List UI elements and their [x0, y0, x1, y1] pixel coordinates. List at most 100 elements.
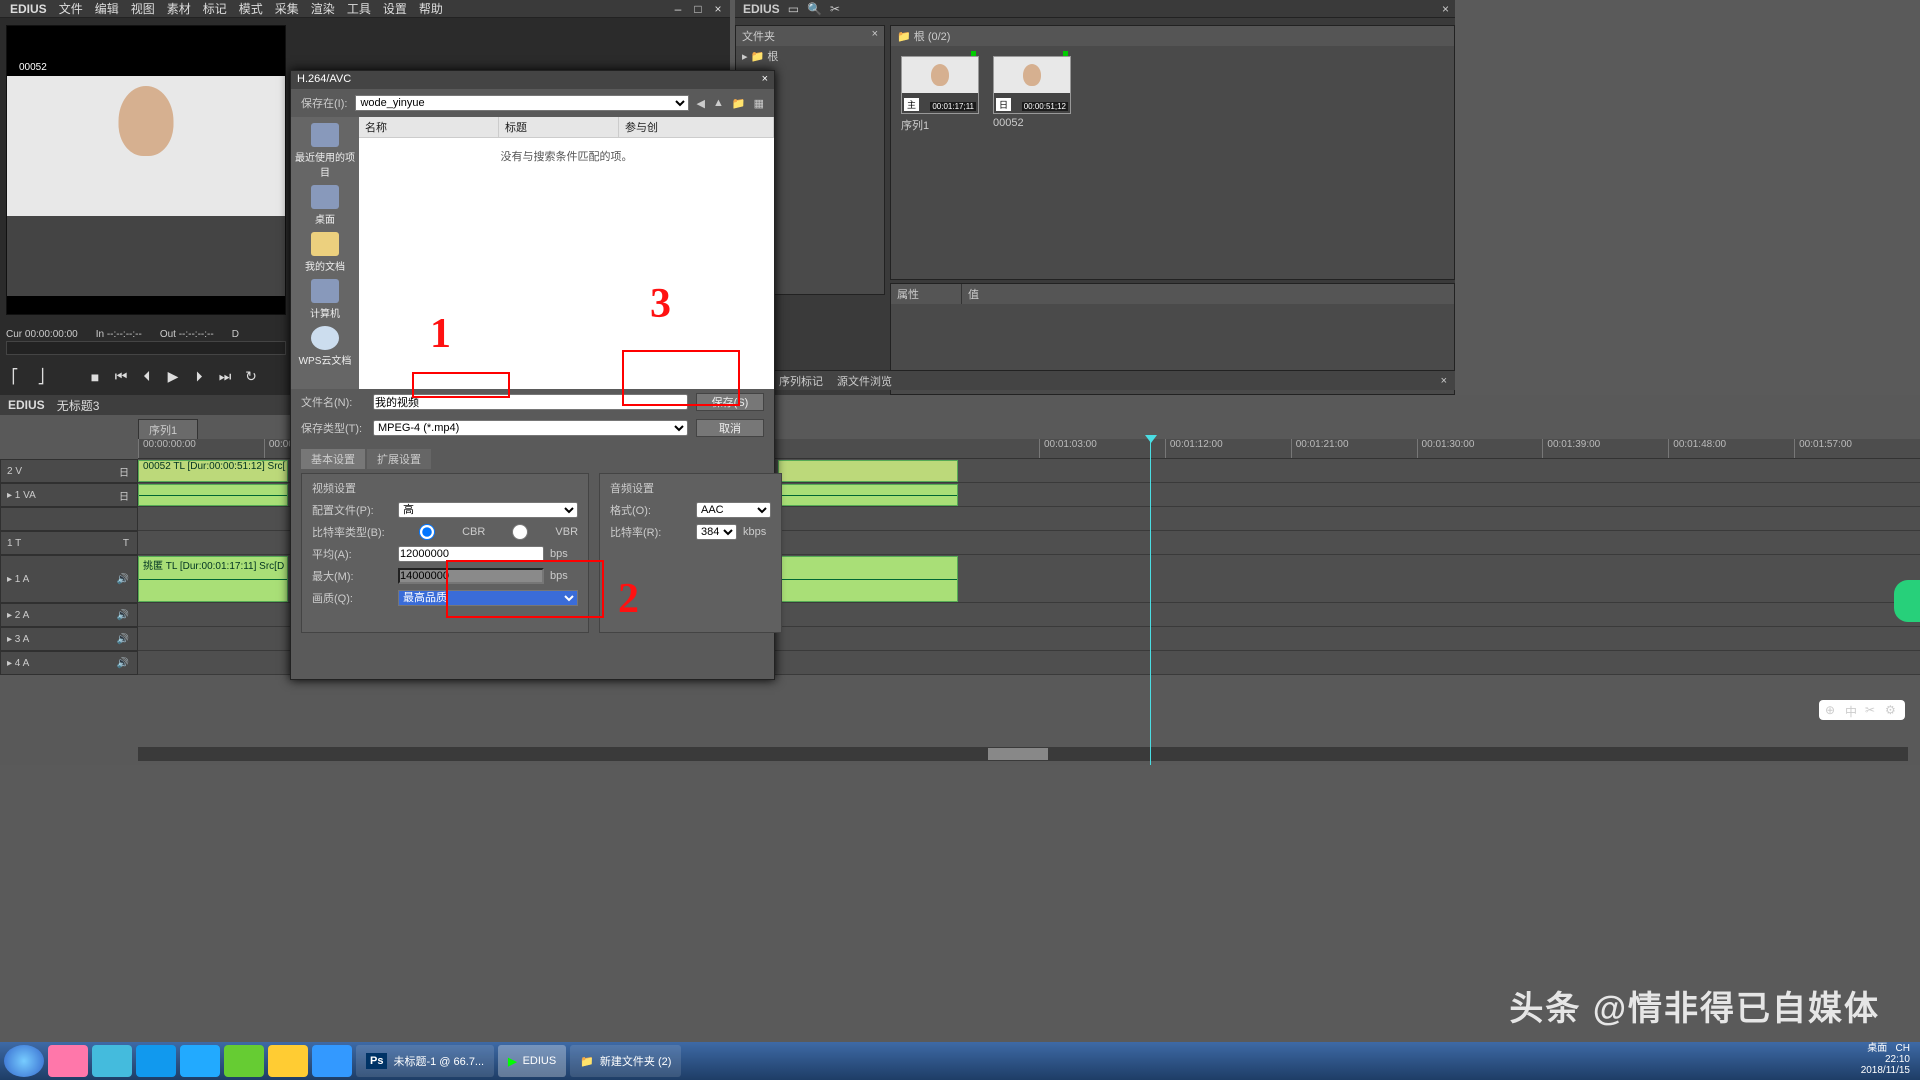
bin-item[interactable]: 主00:01:17;11 序列1	[901, 56, 979, 133]
menu-tools[interactable]: 工具	[347, 0, 371, 17]
tab-basic[interactable]: 基本设置	[301, 449, 365, 469]
maximize-icon[interactable]: □	[690, 2, 706, 16]
pinned-app[interactable]	[180, 1045, 220, 1077]
audio-clip[interactable]	[138, 484, 288, 506]
cbr-radio[interactable]	[398, 524, 456, 540]
system-tray[interactable]: 桌面 CH 22:102018/11/15	[1861, 1039, 1910, 1076]
bin-path: 📁 根 (0/2)	[891, 26, 1454, 46]
tab-extended[interactable]: 扩展设置	[367, 449, 431, 469]
project-title: 无标题3	[57, 397, 100, 414]
pinned-app[interactable]	[136, 1045, 176, 1077]
clip-id-label: 00052	[15, 61, 51, 74]
col-part[interactable]: 参与创	[619, 117, 774, 137]
col-title[interactable]: 标题	[499, 117, 619, 137]
mark-in-icon[interactable]: ⎡	[6, 368, 24, 385]
playhead[interactable]	[1150, 435, 1151, 765]
place-computer[interactable]: 计算机	[310, 279, 340, 320]
bin-item-label: 00052	[993, 114, 1071, 129]
loop-icon[interactable]: ↻	[242, 368, 260, 385]
folder-icon[interactable]: ▭	[788, 2, 799, 16]
menu-view[interactable]: 视图	[131, 0, 155, 17]
preview-monitor: 00052	[6, 25, 286, 315]
ffwd-icon[interactable]: ⏭	[216, 368, 234, 385]
menu-file[interactable]: 文件	[59, 0, 83, 17]
menu-help[interactable]: 帮助	[419, 0, 443, 17]
new-folder-icon[interactable]: 📁	[732, 97, 746, 110]
audio-clip[interactable]	[778, 556, 958, 602]
bin-item[interactable]: 日00:00:51;12 00052	[993, 56, 1071, 133]
place-documents[interactable]: 我的文档	[305, 232, 345, 273]
dock-icon[interactable]: 中	[1845, 703, 1859, 717]
menu-marker[interactable]: 标记	[203, 0, 227, 17]
annotation-box-2	[446, 560, 604, 618]
pinned-app[interactable]	[312, 1045, 352, 1077]
up-icon[interactable]: ▲	[713, 97, 724, 109]
close-icon[interactable]: ×	[710, 2, 726, 16]
tab-src-browse[interactable]: 源文件浏览	[837, 373, 892, 389]
mark-out-icon[interactable]: ⎦	[32, 368, 50, 385]
step-back-icon[interactable]: ⏴	[138, 368, 156, 385]
annotation-1: 1	[430, 310, 451, 358]
tool-icon[interactable]: ✂	[830, 2, 840, 16]
menu-bar: EDIUS 文件 编辑 视图 素材 标记 模式 采集 渲染 工具 设置 帮助 –…	[0, 0, 730, 18]
dock-icon[interactable]: ⊕	[1825, 703, 1839, 717]
video-clip[interactable]	[778, 460, 958, 482]
h-scrollbar[interactable]	[138, 747, 1908, 761]
menu-clip[interactable]: 素材	[167, 0, 191, 17]
menu-mode[interactable]: 模式	[239, 0, 263, 17]
close-icon[interactable]: ×	[762, 73, 768, 87]
save-folder-select[interactable]: wode_yinyue	[355, 95, 688, 111]
audio-clip[interactable]	[778, 484, 958, 506]
profile-select[interactable]: 高	[398, 502, 578, 518]
pinned-app[interactable]	[268, 1045, 308, 1077]
stop-icon[interactable]: ■	[86, 369, 104, 385]
sequence-tab[interactable]: 序列1	[138, 419, 198, 441]
close-icon[interactable]: ×	[872, 28, 878, 44]
pinned-app[interactable]	[48, 1045, 88, 1077]
side-widget[interactable]	[1894, 580, 1920, 622]
view-icon[interactable]: ▦	[754, 97, 764, 110]
timeline-window: EDIUS 无标题3 序列1 00:00:00:0000:00:09:00 00…	[0, 395, 1920, 765]
preview-frame	[7, 76, 285, 296]
rewind-icon[interactable]: ⏮	[112, 368, 130, 385]
search-icon[interactable]: 🔍	[807, 2, 822, 16]
task-edius[interactable]: ▶EDIUS	[498, 1045, 566, 1077]
menu-capture[interactable]: 采集	[275, 0, 299, 17]
close-icon[interactable]: ×	[1442, 2, 1449, 16]
task-folder[interactable]: 📁新建文件夹 (2)	[570, 1045, 681, 1077]
video-clip[interactable]: 00052 TL [Dur:00:00:51:12] Src[	[138, 460, 288, 482]
menu-settings[interactable]: 设置	[383, 0, 407, 17]
start-button[interactable]	[4, 1045, 44, 1077]
filetype-select[interactable]: MPEG-4 (*.mp4)	[373, 420, 688, 436]
play-icon[interactable]: ▶	[164, 368, 182, 385]
folder-root[interactable]: ▸ 📁 根	[736, 46, 884, 66]
task-photoshop[interactable]: Ps未标题-1 @ 66.7...	[356, 1045, 494, 1077]
annotation-box-1	[412, 372, 510, 398]
dock-icon[interactable]: ✂	[1865, 703, 1879, 717]
menu-edit[interactable]: 编辑	[95, 0, 119, 17]
settings-dock[interactable]: ⊕ 中 ✂ ⚙	[1819, 700, 1905, 720]
prop-col-val: 值	[961, 284, 1454, 304]
close-icon[interactable]: ×	[1441, 375, 1447, 387]
col-name[interactable]: 名称	[359, 117, 499, 137]
place-cloud[interactable]: WPS云文档	[299, 326, 352, 367]
place-recent[interactable]: 最近使用的项目	[291, 123, 359, 179]
tab-seq-markers[interactable]: 序列标记	[779, 373, 823, 389]
pinned-app[interactable]	[92, 1045, 132, 1077]
pinned-app[interactable]	[224, 1045, 264, 1077]
place-desktop[interactable]: 桌面	[311, 185, 339, 226]
video-title: 视频设置	[312, 480, 578, 496]
scrub-bar[interactable]	[6, 341, 286, 355]
file-list[interactable]: 名称 标题 参与创 没有与搜索条件匹配的项。	[359, 117, 774, 389]
menu-render[interactable]: 渲染	[311, 0, 335, 17]
step-fwd-icon[interactable]: ⏵	[190, 368, 208, 385]
audio-format-select[interactable]: AAC	[696, 502, 771, 518]
dock-icon[interactable]: ⚙	[1885, 703, 1899, 717]
vbr-radio[interactable]	[491, 524, 549, 540]
audio-clip[interactable]: 挑匿 TL [Dur:00:01:17:11] Src[D	[138, 556, 288, 602]
minimize-icon[interactable]: –	[670, 2, 686, 16]
cancel-button[interactable]: 取消	[696, 419, 764, 437]
audio-bitrate-select[interactable]: 384	[696, 524, 737, 540]
tc-d: D	[232, 329, 239, 340]
back-icon[interactable]: ◀	[697, 97, 705, 110]
